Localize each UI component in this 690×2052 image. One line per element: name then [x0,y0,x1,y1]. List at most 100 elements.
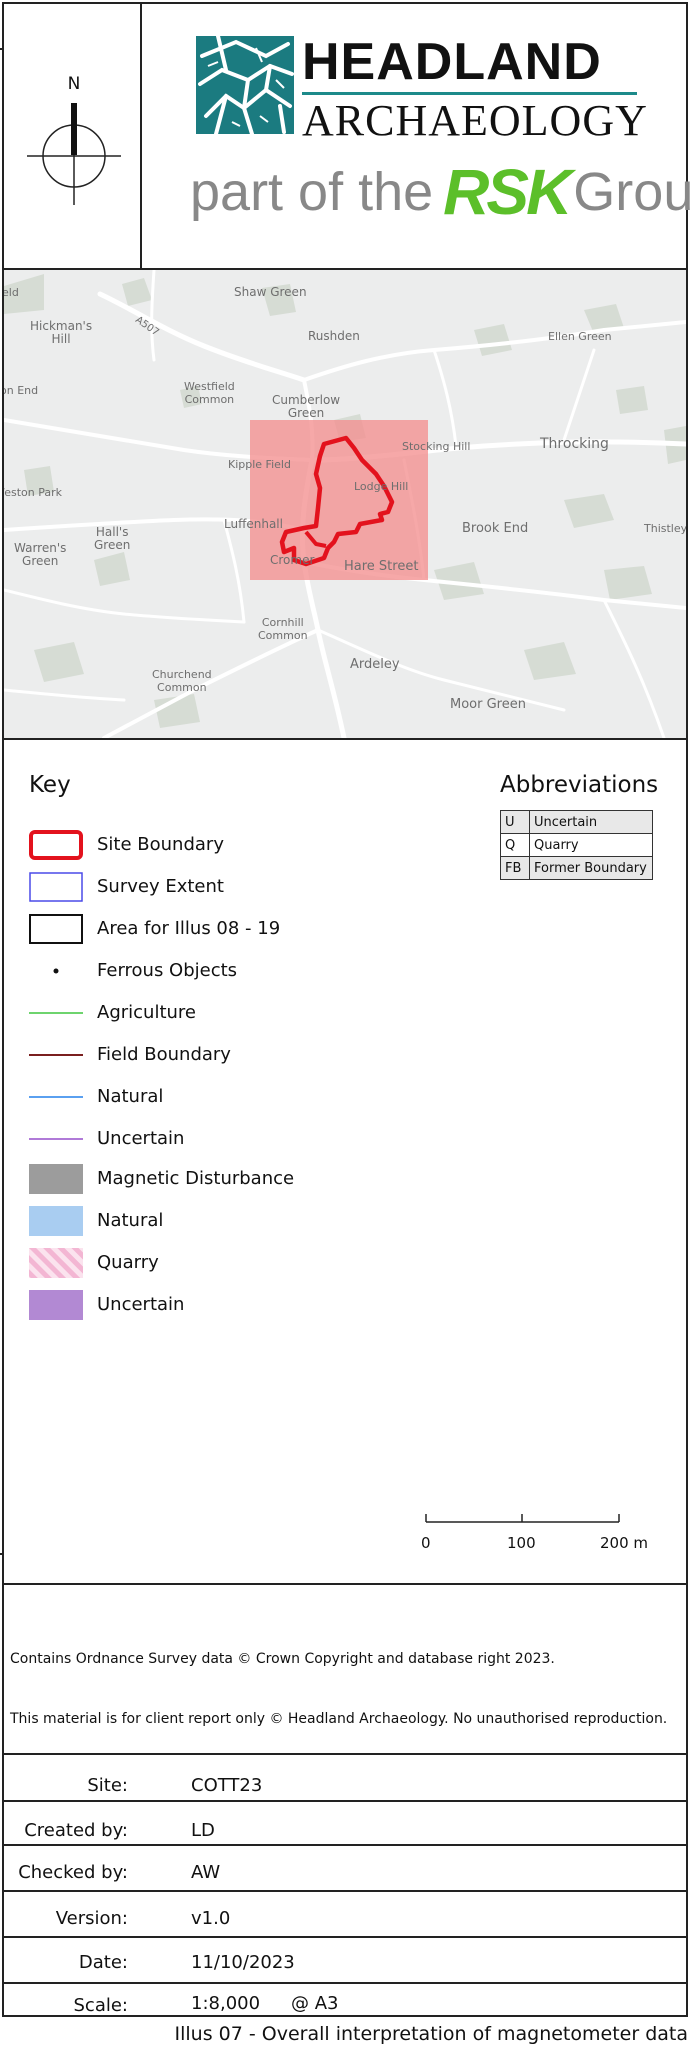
brand-rule [302,92,637,95]
key-item-label: Uncertain [97,1128,185,1149]
key-item-agriculture: Agriculture [29,998,329,1028]
headland-archaeology-logo: HEADLAND ARCHAEOLOGY part of the RSK Gro… [190,34,690,234]
abbreviation-code: FB [500,856,530,880]
abbreviations-table: U Uncertain Q Quarry FB Former Boundary [500,810,653,880]
details-rule-3 [2,1890,688,1892]
key-item-label: Field Boundary [97,1044,231,1065]
illustration-caption: Illus 07 - Overall interpretation of mag… [174,2023,689,2045]
fold-mark [0,48,4,50]
place-label: Shaw Green [234,285,307,299]
place-label: Hare Street [344,559,419,574]
place-label: Westfield Common [184,380,235,406]
key-item-quarry: Quarry [29,1248,329,1278]
detail-label-site: Site: [87,1775,128,1796]
key-item-label: Magnetic Disturbance [97,1168,295,1189]
abbreviation-row: FB Former Boundary [500,856,653,880]
tagline-suffix: Group [573,162,690,222]
map-bottom-rule [2,738,688,740]
abbreviation-meaning: Uncertain [529,810,653,834]
uncertain-fill-icon [29,1290,83,1320]
detail-value-paper-size: @ A3 [291,1993,339,2014]
place-label: Luffenhall [224,517,283,531]
uncertain-line-icon [29,1138,83,1140]
detail-value-version: v1.0 [191,1908,231,1929]
survey-extent-swatch-icon [29,872,83,902]
agriculture-line-icon [29,1012,83,1014]
headland-logo-mark-icon [196,36,294,134]
key-item-label: Natural [97,1086,164,1107]
rsk-group-tagline: part of the RSK Group [190,152,690,232]
key-item-natural-fill: Natural [29,1206,329,1236]
place-label: Ardeley [350,657,400,672]
abbreviation-meaning: Quarry [529,833,653,857]
header-divider-vertical [140,2,142,270]
natural-line-icon [29,1096,83,1098]
detail-value-scale: 1:8,000 [191,1993,261,2014]
detail-value-checked-by: AW [191,1862,221,1883]
abbreviations-title: Abbreviations [500,772,659,798]
place-label: Hickman's Hill [30,319,93,346]
place-label: Throcking [540,436,609,452]
detail-value-site: COTT23 [191,1775,263,1796]
details-rule-1 [2,1800,688,1802]
key-title: Key [29,772,71,798]
place-label: eld [4,286,19,299]
site-boundary-swatch-icon [29,830,83,860]
place-label: Thistley [644,522,686,535]
tagline-prefix: part of the [190,162,434,222]
details-rule-5 [2,1982,688,1984]
quarry-hatch-fill-icon [29,1248,83,1278]
place-label: Rushden [308,329,360,343]
brand-name-line2: ARCHAEOLOGY [302,96,648,145]
place-label: Kipple Field [228,458,291,471]
key-item-label: Natural [97,1210,164,1231]
key-item-label: Ferrous Objects [97,960,238,981]
key-item-label: Quarry [97,1252,159,1273]
place-label: Warren's Green [14,541,67,568]
place-label: Ellen Green [548,330,612,343]
rsk-logo-text: RSK [443,156,572,228]
key-item-survey-extent: Survey Extent [29,872,329,902]
abbreviation-row: Q Quarry [500,833,653,857]
scale-label: 100 [507,1534,536,1552]
notice-bottom-rule [2,1753,688,1755]
ferrous-dot-icon [53,968,59,974]
key-item-field-boundary: Field Boundary [29,1040,329,1070]
fold-mark [0,1553,4,1555]
abbreviation-meaning: Former Boundary [529,856,653,880]
place-label: Cornhill Common [258,616,308,642]
key-item-label: Area for Illus 08 - 19 [97,918,281,939]
place-label: Weston Park [4,486,63,499]
key-item-uncertain-line: Uncertain [29,1124,329,1154]
natural-fill-icon [29,1206,83,1236]
abbreviation-row: U Uncertain [500,810,653,834]
details-rule-4 [2,1936,688,1938]
key-item-area-illus: Area for Illus 08 - 19 [29,914,329,944]
north-arrow-icon [27,103,121,205]
area-illus-swatch-icon [29,914,83,944]
detail-value-date: 11/10/2023 [191,1952,295,1973]
north-arrow: N [22,70,126,210]
place-label: Hall's Green [94,525,131,552]
scale-label: 0 [421,1534,431,1552]
headland-copyright-notice: This material is for client report only … [10,1711,668,1727]
field-boundary-line-icon [29,1054,83,1056]
detail-label-date: Date: [78,1952,128,1973]
key-item-label: Agriculture [97,1002,196,1023]
place-label: Lodge Hill [354,480,409,493]
detail-label-checked-by: Checked by: [18,1862,128,1883]
os-copyright-notice: Contains Ordnance Survey data © Crown Co… [10,1651,555,1667]
key-item-label: Uncertain [97,1294,185,1315]
place-label: on End [4,384,39,397]
key-item-site-boundary: Site Boundary [29,830,329,860]
abbreviation-code: Q [500,833,530,857]
place-label: Cumberlow Green [272,393,341,420]
detail-value-created-by: LD [191,1820,215,1841]
key-item-label: Survey Extent [97,876,224,897]
place-label: Stocking Hill [402,440,471,453]
magnetic-disturbance-fill-icon [29,1164,83,1194]
detail-label-scale: Scale: [73,1995,129,2016]
abbreviation-code: U [500,810,530,834]
key-item-label: Site Boundary [97,834,224,855]
key-bottom-rule [2,1583,688,1585]
